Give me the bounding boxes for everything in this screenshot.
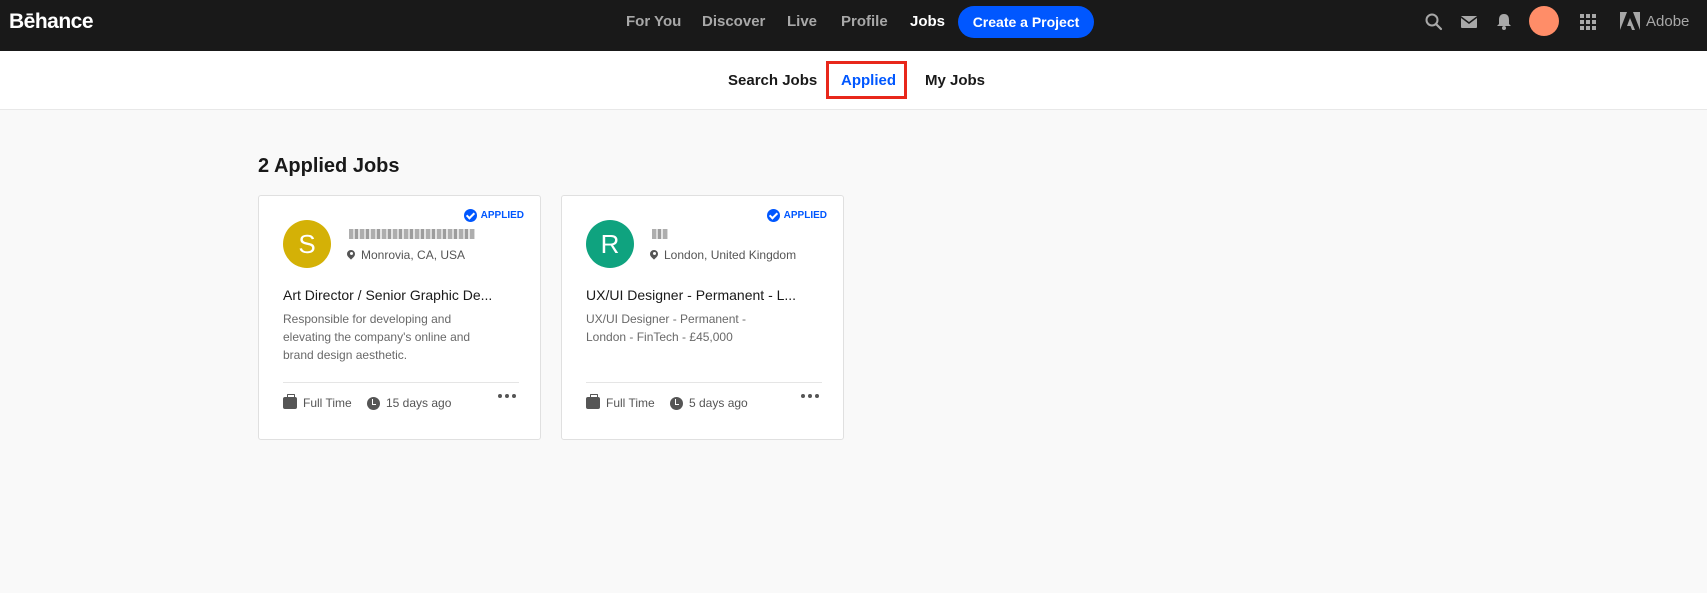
applied-badge: APPLIED — [463, 209, 524, 222]
location-text: Monrovia, CA, USA — [361, 248, 466, 262]
location-text: London, United Kingdom — [664, 248, 797, 262]
company-name-blurred — [349, 229, 475, 239]
company-name-blurred — [652, 229, 668, 239]
applied-badge-label: APPLIED — [480, 210, 524, 221]
top-navigation-bar: Bēhance For You Discover Live Profile Jo… — [0, 0, 1707, 51]
check-circle-icon — [463, 209, 477, 222]
job-type-label: Full Time — [303, 396, 352, 410]
apps-grid-icon[interactable] — [1578, 12, 1598, 32]
job-type: Full Time — [586, 394, 655, 410]
job-type: Full Time — [283, 394, 352, 410]
tab-search-jobs[interactable]: Search Jobs — [728, 72, 817, 89]
job-location: Monrovia, CA, USA — [347, 248, 465, 262]
nav-discover[interactable]: Discover — [702, 13, 765, 30]
location-pin-icon — [650, 250, 658, 261]
job-description: UX/UI Designer - Permanent - London - Fi… — [586, 312, 747, 344]
job-posted: 5 days ago — [670, 396, 748, 410]
search-icon[interactable] — [1424, 12, 1444, 32]
adobe-label: Adobe — [1646, 12, 1690, 30]
user-avatar[interactable] — [1529, 6, 1559, 36]
company-avatar: S — [283, 220, 331, 268]
job-posted: 15 days ago — [367, 396, 451, 410]
divider — [586, 382, 822, 383]
adobe-logo-icon — [1620, 12, 1640, 30]
nav-profile[interactable]: Profile — [841, 13, 888, 30]
briefcase-icon — [586, 394, 600, 409]
job-type-label: Full Time — [606, 396, 655, 410]
nav-live[interactable]: Live — [787, 13, 817, 30]
job-card[interactable]: APPLIED S Monrovia, CA, USA Art Director… — [258, 195, 541, 440]
behance-logo[interactable]: Bēhance — [9, 10, 94, 34]
job-card[interactable]: APPLIED R London, United Kingdom UX/UI D… — [561, 195, 844, 440]
nav-jobs[interactable]: Jobs — [910, 13, 945, 30]
job-location: London, United Kingdom — [650, 248, 796, 262]
applied-badge-label: APPLIED — [783, 210, 827, 221]
location-pin-icon — [347, 250, 355, 261]
highlight-annotation — [826, 61, 907, 99]
briefcase-icon — [283, 394, 297, 409]
messages-icon[interactable] — [1459, 12, 1479, 32]
applied-badge: APPLIED — [766, 209, 827, 222]
nav-for-you[interactable]: For You — [626, 13, 681, 30]
job-title[interactable]: Art Director / Senior Graphic De... — [283, 287, 523, 303]
company-avatar: R — [586, 220, 634, 268]
clock-icon — [367, 396, 380, 410]
page-title: 2 Applied Jobs — [258, 155, 400, 177]
clock-icon — [670, 396, 683, 410]
create-project-button[interactable]: Create a Project — [958, 6, 1094, 38]
tab-my-jobs[interactable]: My Jobs — [925, 72, 985, 89]
divider — [283, 382, 519, 383]
notifications-bell-icon[interactable] — [1494, 12, 1514, 32]
check-circle-icon — [766, 209, 780, 222]
posted-label: 5 days ago — [689, 396, 748, 410]
job-description: Responsible for developing and elevating… — [283, 312, 471, 362]
more-options-icon[interactable] — [498, 394, 516, 398]
more-options-icon[interactable] — [801, 394, 819, 398]
adobe-link[interactable]: Adobe — [1620, 12, 1689, 30]
posted-label: 15 days ago — [386, 396, 452, 410]
job-title[interactable]: UX/UI Designer - Permanent - L... — [586, 287, 826, 303]
